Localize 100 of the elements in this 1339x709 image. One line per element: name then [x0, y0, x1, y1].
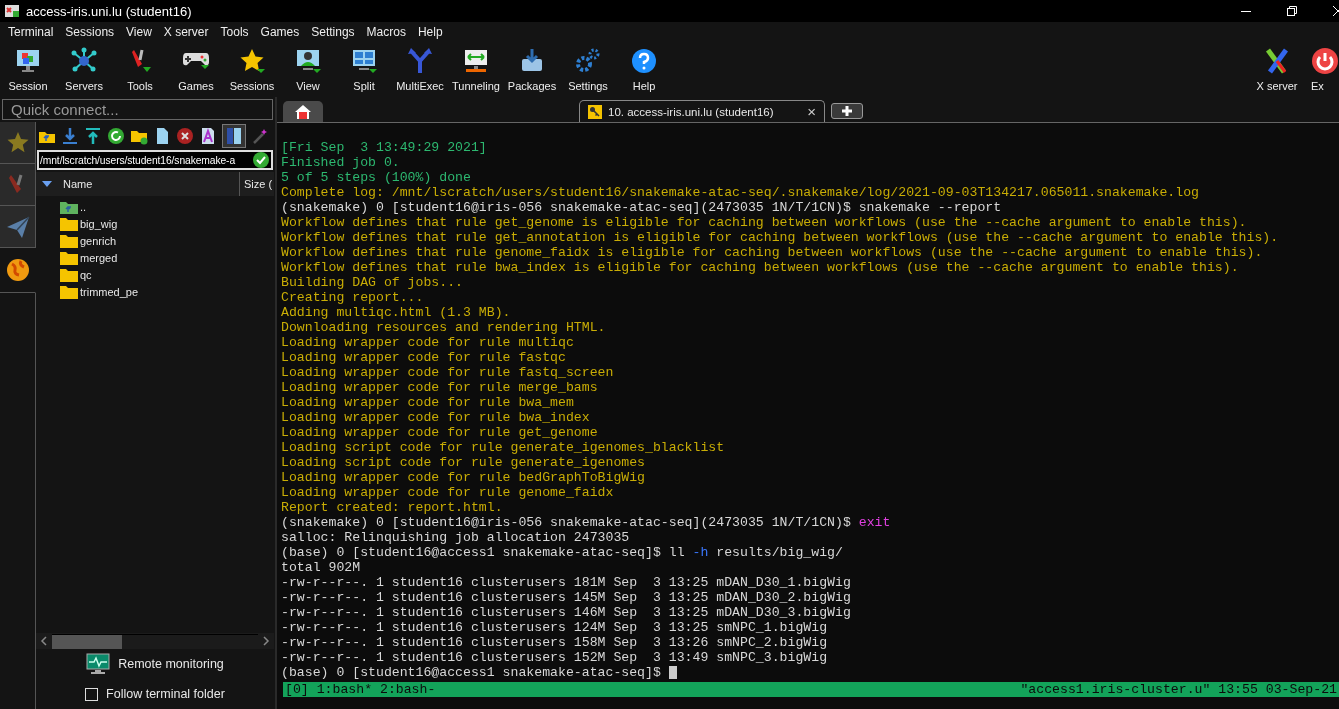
- checkmark-icon: [252, 151, 270, 169]
- toolbar-button[interactable]: MultiExec: [392, 42, 448, 97]
- new-tab-button[interactable]: [831, 103, 863, 119]
- user-monitor-icon: [294, 47, 322, 75]
- menu-item[interactable]: Tools: [214, 25, 255, 39]
- status-text: [Fri Sep 3 13:49:29 2021]: [281, 140, 487, 155]
- terminal-text: total 902M: [281, 560, 361, 575]
- session-tab[interactable]: 10. access-iris.uni.lu (student16) ×: [579, 100, 825, 122]
- menu-item[interactable]: Terminal: [2, 25, 60, 39]
- output-text: Loading script code for rule generate_igenomes: [281, 455, 646, 470]
- file-item[interactable]: big_wig: [36, 215, 274, 232]
- window-title: access-iris.uni.lu (student16): [26, 3, 193, 19]
- menu-item[interactable]: Macros: [360, 25, 412, 39]
- file-item[interactable]: genrich: [36, 232, 274, 249]
- menu-item[interactable]: View: [120, 25, 158, 39]
- terminal-text: (snakemake) 0 [student16@iris-056 snakemake-atac-seq](2473035 1N/T/1CN)$: [281, 515, 852, 530]
- minimize-icon: [1241, 10, 1251, 12]
- folder-icon: [60, 233, 78, 248]
- side-tab[interactable]: [0, 248, 36, 293]
- option-text: -h: [692, 545, 709, 560]
- toolbar-button[interactable]: Sessions: [224, 42, 280, 97]
- upload-icon: [84, 127, 102, 145]
- output-text: Loading wrapper code for rule bedGraphToBigWig: [281, 470, 646, 485]
- gamepad-icon: [182, 52, 210, 70]
- home-icon: [294, 103, 312, 120]
- menu-item[interactable]: Sessions: [59, 25, 121, 39]
- checkbox-label: Follow terminal folder: [106, 687, 225, 701]
- toolbar-button[interactable]: Servers: [56, 42, 112, 97]
- output-text: Loading wrapper code for rule fastq_screen: [281, 365, 614, 380]
- tunnel-icon: [462, 47, 490, 75]
- side-tab[interactable]: [0, 206, 35, 248]
- menu-item[interactable]: Games: [254, 25, 306, 39]
- output-text: Building DAG of jobs...: [281, 275, 464, 290]
- column-header[interactable]: Size (: [240, 172, 274, 196]
- toolbar-button[interactable]: Ex: [1305, 42, 1339, 97]
- close-tab-button[interactable]: ×: [807, 103, 816, 120]
- remote-monitoring-button[interactable]: Remote monitoring: [36, 649, 274, 679]
- menu-item[interactable]: Settings: [305, 25, 361, 39]
- x-logo-icon: [1263, 47, 1291, 75]
- output-text: Adding multiqc.html (1.3 MB).: [281, 305, 511, 320]
- toolbar-button[interactable]: Games: [168, 42, 224, 97]
- star-icon: [238, 47, 266, 75]
- menu-item[interactable]: X server: [157, 25, 215, 39]
- close-icon: [1333, 6, 1339, 16]
- restore-icon: [1287, 6, 1297, 16]
- gears-icon: [574, 47, 602, 75]
- output-text: Loading wrapper code for rule merge_bams: [281, 380, 598, 395]
- monitor-icon: [14, 47, 42, 75]
- terminal-text: -rw-r--r--. 1 student16 clusterusers 146M Sep 3 13:25 mDAN_D30_3.bigWig: [281, 605, 851, 620]
- status-windows: [0] 1:bash* 2:bash-: [285, 682, 436, 697]
- quick-connect-field[interactable]: Quick connect...: [2, 99, 273, 120]
- checkbox[interactable]: [85, 687, 99, 701]
- delete-icon: [176, 127, 194, 145]
- fork-arrow-icon: [406, 47, 434, 75]
- path-field[interactable]: /mnt/lscratch/users/student16/snakemake-a: [37, 150, 273, 170]
- scroll-left-icon: [40, 636, 48, 646]
- folder-icon: [60, 267, 78, 282]
- file-item[interactable]: qc: [36, 266, 274, 283]
- terminal-text: salloc: Relinquishing job allocation 2473035: [281, 530, 630, 545]
- menu-item[interactable]: Help: [411, 25, 449, 39]
- file-item[interactable]: ..: [36, 198, 274, 215]
- toolbar-button[interactable]: Help: [616, 42, 672, 97]
- text-cursor: [668, 666, 677, 679]
- toolbar-button[interactable]: Settings: [560, 42, 616, 97]
- toolbar-button[interactable]: X server: [1249, 42, 1305, 97]
- side-tab[interactable]: [0, 122, 35, 164]
- output-text: Loading wrapper code for rule multiqc: [281, 335, 574, 350]
- key-icon: [588, 104, 602, 119]
- sort-arrow-icon: [41, 180, 53, 188]
- app-icon: [4, 3, 20, 19]
- split-panel-icon: [225, 127, 243, 145]
- file-item[interactable]: merged: [36, 249, 274, 266]
- status-host-time: "access1.iris-cluster.u" 13:55 03-Sep-21: [1020, 682, 1337, 697]
- status-text: Finished job 0.: [281, 155, 400, 170]
- column-header[interactable]: Name: [36, 172, 240, 196]
- scrollbar-thumb[interactable]: [52, 634, 122, 649]
- power-icon: [1311, 47, 1339, 75]
- text-file-icon: [199, 127, 217, 145]
- folder-icon: [60, 284, 78, 299]
- output-text: Downloading resources and rendering HTML.: [281, 320, 606, 335]
- refresh-icon: [107, 127, 125, 145]
- output-text: Complete log: /mnt/lscratch/users/student16/snakemake-atac-seq/.snakemake/log/2021-09-03T134217.065011.snakemake.log: [281, 185, 1199, 200]
- toolbar-button[interactable]: Packages: [504, 42, 560, 97]
- terminal-text: -rw-r--r--. 1 student16 clusterusers 145M Sep 3 13:25 mDAN_D30_2.bigWig: [281, 590, 851, 605]
- folder-icon: [60, 250, 78, 265]
- output-text: Loading wrapper code for rule bwa_mem: [281, 395, 574, 410]
- terminal-text: (base) 0 [student16@access1 snakemake-atac-seq]$ ll: [281, 545, 686, 560]
- magic-wand-icon: [251, 127, 269, 145]
- output-text: Workflow defines that rule genome_faidx is eligible for caching between workflows (use the --cache argument to enable this).: [281, 245, 1263, 260]
- monitor-graph-icon: [86, 653, 111, 675]
- home-tab[interactable]: [283, 101, 323, 122]
- toolbar-button[interactable]: View: [280, 42, 336, 97]
- toolbar-button[interactable]: Tools: [112, 42, 168, 97]
- toolbar-button[interactable]: Tunneling: [448, 42, 504, 97]
- toolbar-button[interactable]: Session: [0, 42, 56, 97]
- split-screen-icon: [350, 47, 378, 75]
- file-item[interactable]: trimmed_pe: [36, 283, 274, 300]
- toolbar-button[interactable]: Split: [336, 42, 392, 97]
- terminal-text: -rw-r--r--. 1 student16 clusterusers 124M Sep 3 13:25 smNPC_1.bigWig: [281, 620, 828, 635]
- split-view-toggle[interactable]: [222, 124, 246, 148]
